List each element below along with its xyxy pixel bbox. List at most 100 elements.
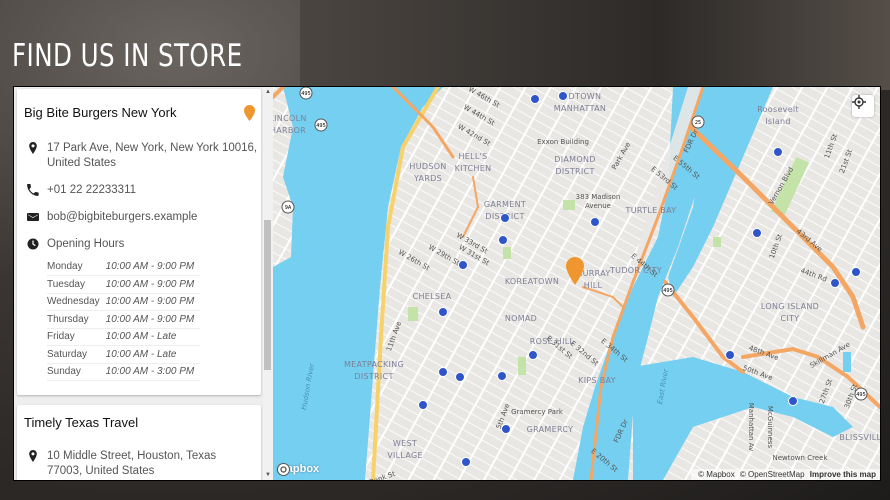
map-label: KITCHEN	[455, 164, 492, 173]
shield-number: 25	[695, 120, 701, 126]
scroll-down-arrow-icon[interactable]: ▼	[265, 472, 271, 478]
shield-number: 495	[316, 123, 326, 129]
transit-station-icon	[773, 147, 783, 157]
transit-station-icon	[497, 371, 507, 381]
map-label: KOREATOWN	[505, 277, 559, 286]
transit-station-icon	[530, 94, 540, 104]
map-label: NOMAD	[505, 314, 537, 323]
scroll-up-arrow-icon[interactable]: ▲	[265, 89, 271, 95]
attribution-osm-link[interactable]: © OpenStreetMap	[740, 470, 805, 479]
hours-row: Saturday 10:00 AM - Late	[47, 345, 201, 364]
map[interactable]: MIDTOWN MANHATTAN LINCOLN HARBOR HUDSON YARDS…	[273, 87, 880, 480]
hours: 10:00 AM - 9:00 PM	[105, 275, 201, 294]
map-label: YARDS	[413, 174, 442, 183]
mapbox-logo[interactable]: mapbox	[277, 463, 319, 476]
hours-row: Friday 10:00 AM - Late	[47, 328, 201, 346]
geolocate-button[interactable]	[852, 95, 874, 117]
day: Wednesday	[47, 293, 106, 311]
store-address: 10 Middle Street, Houston, Texas 77003, …	[17, 449, 261, 479]
map-label: BLISSVILLE	[839, 433, 880, 442]
transit-station-icon	[590, 217, 600, 227]
transit-station-icon	[851, 267, 861, 277]
store-card[interactable]: Big Bite Burgers New York 17 Park Ave, N…	[17, 89, 261, 395]
map-label: DISTRICT	[354, 372, 393, 381]
hours: 10:00 AM - Late	[105, 345, 201, 364]
map-label: TURTLE BAY	[625, 206, 677, 215]
map-label: MEATPACKING	[344, 360, 404, 369]
map-label: HILL	[584, 281, 603, 290]
shield-number: 9A	[285, 205, 292, 211]
transit-station-icon	[418, 400, 428, 410]
day: Tuesday	[47, 275, 106, 294]
transit-station-icon	[455, 372, 465, 382]
clock-icon	[27, 238, 39, 250]
transit-station-icon	[461, 457, 471, 467]
transit-station-icon	[438, 307, 448, 317]
map-label: Roosevelt	[757, 105, 799, 114]
hours: 10:00 AM - 9:00 PM	[105, 258, 201, 276]
shield-number: 495	[856, 392, 866, 398]
phone-icon	[27, 184, 39, 196]
map-label: DIAMOND	[554, 155, 595, 164]
email-icon	[27, 213, 39, 221]
map-label: Exxon Building	[537, 138, 589, 146]
store-card[interactable]: Timely Texas Travel 10 Middle Street, Ho…	[17, 405, 261, 480]
map-label: HARBOR	[273, 126, 306, 135]
transit-station-icon	[438, 367, 448, 377]
map-label: Newtown Creek	[773, 454, 829, 462]
transit-station-icon	[500, 213, 510, 223]
marker-icon	[244, 105, 255, 121]
map-label: CITY	[781, 314, 800, 323]
map-label: MANHATTAN	[554, 104, 606, 113]
hours: 10:00 AM - Late	[105, 328, 201, 346]
day: Monday	[47, 258, 106, 276]
store-list: Big Bite Burgers New York 17 Park Ave, N…	[14, 87, 273, 480]
day: Friday	[47, 328, 106, 346]
background-photo-top	[300, 0, 890, 90]
hours: 10:00 AM - 9:00 PM	[105, 310, 201, 329]
transit-station-icon	[498, 235, 508, 245]
map-label: LONG ISLAND	[761, 302, 819, 311]
location-pin-icon	[29, 142, 37, 154]
store-address: 17 Park Ave, New York, New York 10016, U…	[17, 141, 261, 171]
scrollbar[interactable]: ▲ ▼	[263, 87, 273, 480]
location-pin-icon	[29, 450, 37, 462]
store-phone[interactable]: +01 22 22233311	[17, 183, 261, 198]
day: Saturday	[47, 345, 106, 364]
transit-station-icon	[752, 228, 762, 238]
map-label: CHELSEA	[413, 292, 452, 301]
map-label: Manhattan Av	[747, 403, 755, 451]
store-name: Big Bite Burgers New York	[24, 105, 177, 120]
attribution-mapbox-link[interactable]: © Mapbox	[698, 470, 735, 479]
store-name: Timely Texas Travel	[24, 415, 139, 430]
map-label: HELL'S	[458, 152, 487, 161]
transit-station-icon	[458, 260, 468, 270]
map-attribution: © Mapbox © OpenStreetMap Improve this ma…	[691, 469, 880, 480]
map-label: KIPS BAY	[578, 376, 616, 385]
hours: 10:00 AM - 9:00 PM	[105, 293, 201, 311]
hours: 10:00 AM - 3:00 PM	[105, 363, 201, 381]
store-email[interactable]: bob@bigbiteburgers.example	[17, 210, 261, 225]
transit-station-icon	[558, 91, 568, 101]
shield-number: 495	[301, 91, 311, 97]
map-label: 383 Madison	[576, 193, 621, 201]
scrollbar-thumb[interactable]	[264, 220, 271, 370]
mapbox-icon	[277, 463, 290, 476]
hours-row: Thursday 10:00 AM - 9:00 PM	[47, 310, 201, 329]
day: Sunday	[47, 363, 106, 381]
map-label: GARMENT	[484, 200, 526, 209]
hours-row: Wednesday 10:00 AM - 9:00 PM	[47, 293, 201, 311]
map-label: Avenue	[585, 202, 611, 210]
map-label: DISTRICT	[555, 167, 594, 176]
map-label: Gramercy Park	[511, 408, 564, 416]
transit-station-icon	[528, 350, 538, 360]
improve-map-link[interactable]: Improve this map	[810, 470, 876, 479]
hours-table: Monday 10:00 AM - 9:00 PM Tuesday 10:00 AM …	[47, 258, 201, 381]
transit-station-icon	[830, 278, 840, 288]
map-label: HUDSON	[409, 162, 446, 171]
shield-number: 495	[663, 288, 673, 294]
map-label: McGuinness	[766, 406, 774, 449]
transit-station-icon	[501, 424, 511, 434]
map-canvas[interactable]: MIDTOWNMANHATTANLINCOLNHARBORHUDSONYARDS…	[273, 87, 880, 480]
opening-hours-heading: Opening Hours	[17, 237, 261, 252]
